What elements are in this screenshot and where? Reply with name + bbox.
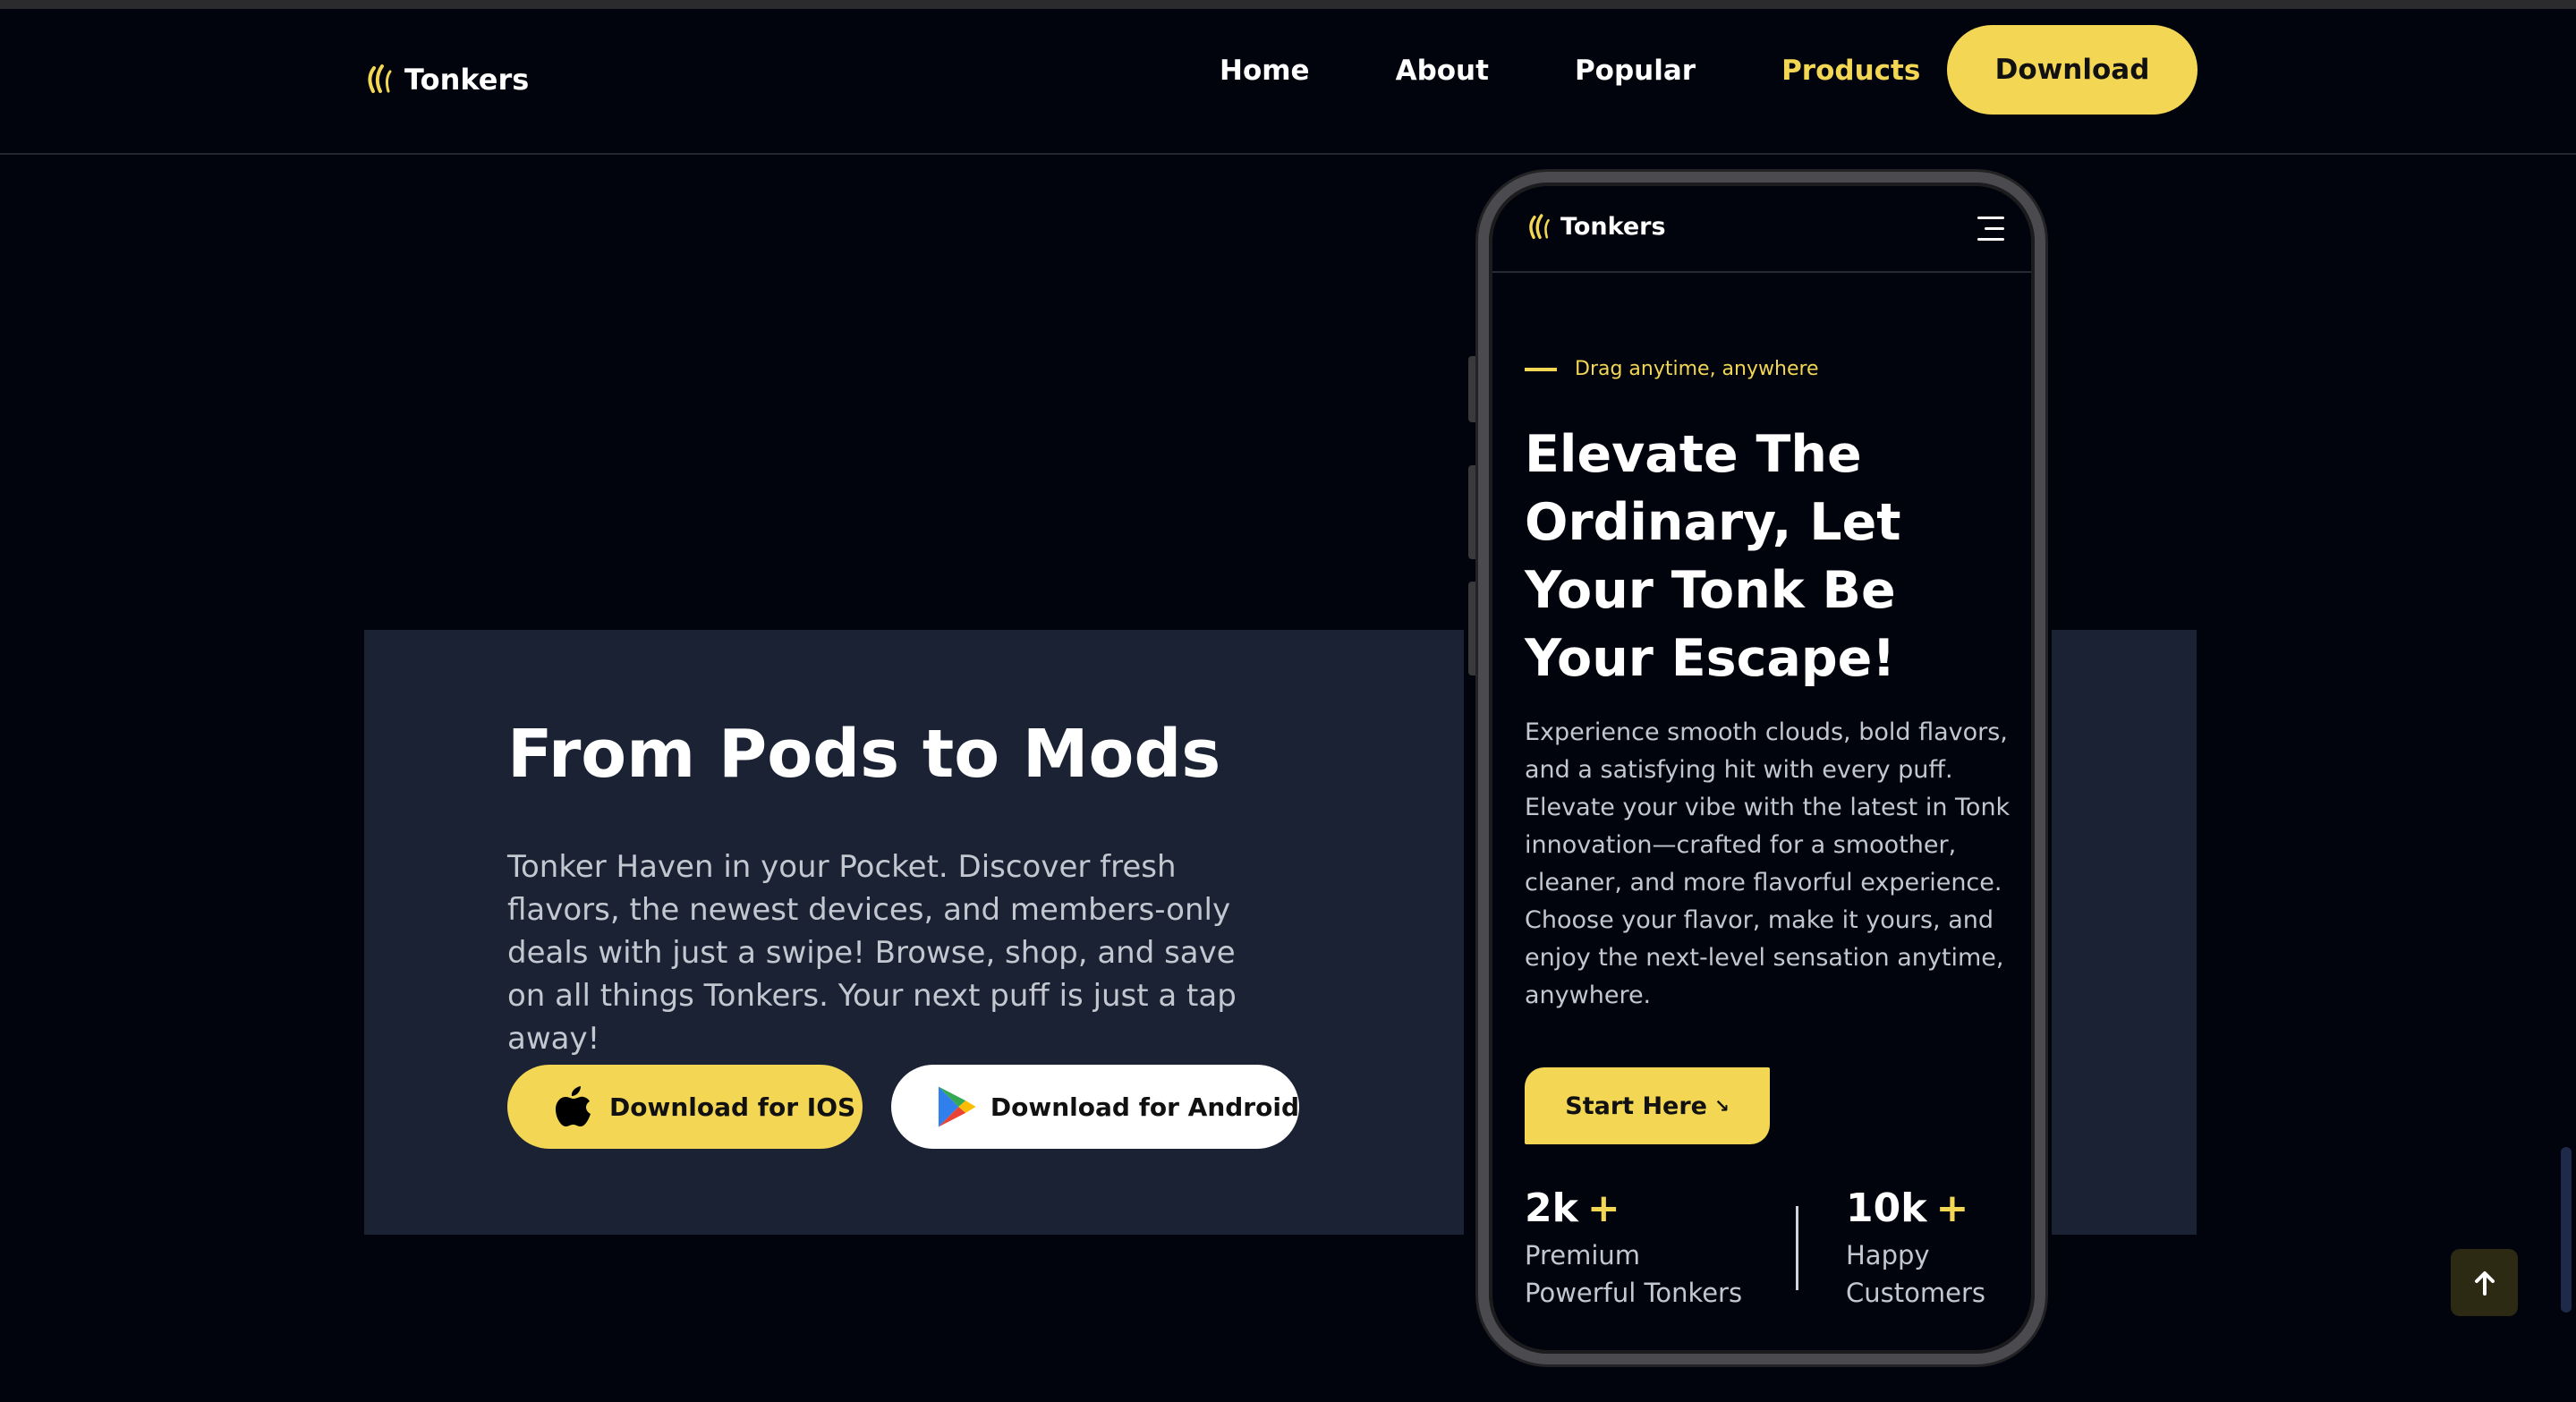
eyebrow-text: Drag anytime, anywhere — [1575, 358, 1819, 380]
flame-icon — [368, 64, 392, 93]
phone-hero-title: Elevate The Ordinary, Let Your Tonk Be Y… — [1525, 425, 1901, 688]
stat-value: 10k + — [1846, 1185, 1969, 1231]
nav-home[interactable]: Home — [1220, 55, 1310, 87]
nav-about[interactable]: About — [1396, 55, 1489, 87]
phone-logo[interactable]: Tonkers — [1528, 213, 1666, 241]
phone-header-divider — [1492, 271, 2031, 273]
download-android-button[interactable]: Download for Android — [891, 1065, 1299, 1149]
start-here-label: Start Here — [1565, 1092, 1707, 1120]
arrow-up-icon — [2474, 1270, 2495, 1296]
apple-icon — [556, 1086, 591, 1126]
menu-icon[interactable] — [1976, 217, 2004, 242]
main-nav: Home About Popular Products — [1220, 49, 2006, 92]
start-here-button[interactable]: Start Here ↘ — [1525, 1067, 1770, 1144]
header-divider — [0, 153, 2576, 155]
download-android-label: Download for Android — [990, 1092, 1299, 1122]
nav-popular[interactable]: Popular — [1575, 55, 1696, 87]
eyebrow-dash — [1525, 367, 1557, 371]
phone-hero-description: Experience smooth clouds, bold flavors, … — [1525, 718, 2011, 1009]
scrollbar[interactable] — [2561, 1147, 2572, 1313]
nav-products[interactable]: Products — [1781, 55, 1920, 87]
phone-screen: Tonkers Drag anytime, anywhere Elevate T… — [1492, 186, 2031, 1350]
logo-text: Tonkers — [404, 63, 530, 97]
scroll-to-top-button[interactable] — [2451, 1249, 2518, 1316]
logo[interactable]: Tonkers — [367, 63, 529, 97]
header-download-button[interactable]: Download — [1947, 25, 2198, 115]
google-play-icon — [938, 1086, 976, 1127]
hero-title: From Pods to Mods — [507, 716, 1221, 793]
download-ios-label: Download for IOS — [609, 1092, 856, 1122]
phone-logo-text: Tonkers — [1560, 213, 1666, 241]
phone-eyebrow: Drag anytime, anywhere — [1525, 358, 1819, 380]
stats-divider — [1796, 1206, 1798, 1290]
stat-value: 2k + — [1525, 1185, 1620, 1231]
arrow-down-right-icon: ↘ — [1713, 1095, 1730, 1117]
hero-description: Tonker Haven in your Pocket. Discover fr… — [507, 849, 1237, 1057]
browser-top-strip — [0, 0, 2576, 9]
stat-customers: 10k + Happy Customers — [1846, 1185, 2007, 1312]
flame-icon — [1529, 213, 1550, 239]
stat-label: Premium Powerful Tonkers — [1525, 1240, 1743, 1308]
stat-tonkers: 2k + Premium Powerful Tonkers — [1525, 1185, 1757, 1312]
download-ios-button[interactable]: Download for IOS — [507, 1065, 863, 1149]
stat-label: Happy Customers — [1846, 1240, 1985, 1308]
